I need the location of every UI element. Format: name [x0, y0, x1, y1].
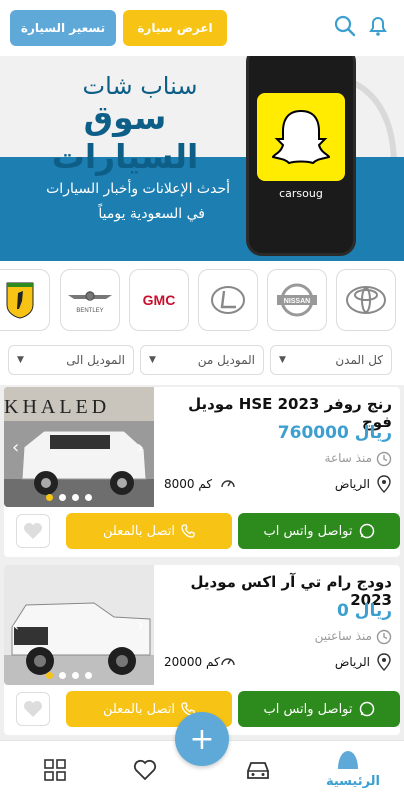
lexus-logo-icon [211, 286, 245, 314]
model-from-label: الموديل من [197, 353, 255, 367]
prev-photo-icon[interactable]: ‹ [12, 615, 19, 636]
ram-trx-photo-icon [4, 565, 154, 685]
gmc-logo-icon: GMC [143, 292, 176, 308]
add-listing-fab[interactable]: + [175, 712, 229, 766]
model-to-dropdown[interactable]: ▼ الموديل الى [8, 345, 134, 375]
brand-gmc[interactable]: GMC [129, 269, 189, 331]
home-icon [338, 751, 358, 769]
clock-icon [376, 629, 392, 645]
listing-city: الرياض [334, 655, 370, 669]
nav-favorites[interactable] [130, 755, 160, 785]
city-label: كل المدن [335, 353, 383, 367]
snap-handle: carsoug [279, 187, 323, 200]
filter-bar: ▼ الموديل الى ▼ الموديل من ▼ كل المدن [0, 341, 404, 385]
location-pin-icon [377, 475, 391, 493]
snapchat-promo-banner[interactable]: سناب شات سوق السيارات أحدث الإعلانات وأخ… [0, 56, 404, 261]
phone-icon [181, 524, 195, 538]
nav-home[interactable] [333, 745, 363, 775]
favorite-button[interactable] [16, 514, 50, 548]
speedometer-icon [221, 480, 235, 488]
photo-pager [46, 494, 92, 501]
nissan-logo-icon: NISSAN [277, 283, 317, 317]
listing-city: الرياض [334, 477, 370, 491]
brand-strip: BENTLEY GMC NISSAN [0, 261, 404, 341]
svg-text:GMC: GMC [143, 292, 176, 308]
brand-toyota[interactable] [336, 269, 396, 331]
location-pin-icon [377, 653, 391, 671]
listing-card[interactable]: ‹ › دودج رام تي آر اكس موديل 2023 0 ريال… [4, 565, 400, 735]
svg-text:KHALED: KHALED [4, 396, 110, 418]
phone-image: carsoug [246, 56, 356, 256]
listing-mileage: 20000 كم [164, 655, 220, 669]
brand-lexus[interactable] [198, 269, 258, 331]
listing-time: منذ ساعة [324, 451, 372, 465]
prev-photo-icon[interactable]: ‹ [12, 437, 19, 458]
heart-outline-icon [133, 759, 157, 781]
photo-pager [46, 672, 92, 679]
brand-ferrari[interactable] [0, 269, 50, 331]
range-rover-photo-icon: KHALED [4, 387, 154, 507]
car-photo[interactable]: ‹ › [4, 565, 154, 685]
banner-title-big: سوق السيارات [51, 98, 199, 176]
heart-icon [24, 523, 42, 539]
whatsapp-button[interactable]: تواصل واتس اب [238, 513, 400, 549]
whatsapp-button[interactable]: تواصل واتس اب [238, 691, 400, 727]
bentley-logo-icon: BENTLEY [68, 291, 112, 314]
dropdown-caret-icon: ▼ [17, 355, 24, 365]
top-bar: تسعير السيارة اعرض سيارة [0, 0, 404, 56]
nav-cars[interactable] [243, 755, 273, 785]
svg-text:BENTLEY: BENTLEY [76, 308, 103, 314]
heart-icon [24, 701, 42, 717]
listing-price: 0 ريال [336, 601, 392, 621]
whatsapp-label: تواصل واتس اب [263, 523, 353, 539]
post-car-button[interactable]: اعرض سيارة [123, 10, 227, 46]
listing-price: 760000 ريال [277, 423, 392, 443]
brand-bentley[interactable]: BENTLEY [60, 269, 120, 331]
plus-icon: + [189, 721, 215, 757]
nav-home-label[interactable]: الرئيسية [326, 774, 380, 789]
call-label: اتصل بالمعلن [102, 523, 175, 539]
clock-icon [376, 451, 392, 467]
next-photo-icon[interactable]: › [137, 437, 144, 458]
banner-subtitle-1: أحدث الإعلانات وأخبار السيارات [46, 181, 230, 197]
banner-subtitle-2: في السعودية يومياً [98, 206, 205, 222]
dropdown-caret-icon: ▼ [149, 355, 156, 365]
listing-card[interactable]: KHALED ‹ › موديل HSE 2023 رنج روفر فوج 7… [4, 387, 400, 557]
grid-icon [44, 759, 66, 781]
car-icon [247, 762, 269, 779]
whatsapp-label: تواصل واتس اب [263, 701, 353, 717]
whatsapp-icon [359, 701, 374, 717]
call-advertiser-button[interactable]: اتصل بالمعلن [66, 513, 232, 549]
city-dropdown[interactable]: ▼ كل المدن [270, 345, 392, 375]
favorite-button[interactable] [16, 692, 50, 726]
banner-title-small: سناب شات [82, 72, 198, 100]
toyota-logo-icon [346, 286, 386, 314]
brand-nissan[interactable]: NISSAN [267, 269, 327, 331]
car-pricing-button[interactable]: تسعير السيارة [10, 10, 116, 46]
whatsapp-icon [359, 523, 374, 539]
speedometer-icon [221, 658, 235, 666]
model-from-dropdown[interactable]: ▼ الموديل من [140, 345, 264, 375]
listing-time: منذ ساعتين [314, 629, 372, 643]
nav-categories[interactable] [40, 755, 70, 785]
model-to-label: الموديل الى [66, 353, 125, 367]
car-photo[interactable]: KHALED ‹ › [4, 387, 154, 507]
next-photo-icon[interactable]: › [137, 615, 144, 636]
ferrari-logo-icon [6, 282, 34, 319]
search-icon[interactable] [333, 14, 357, 38]
snapcode-icon [257, 93, 345, 181]
listing-mileage: 8000 كم [164, 477, 213, 491]
bell-icon[interactable] [366, 14, 390, 38]
dropdown-caret-icon: ▼ [279, 355, 286, 365]
svg-text:NISSAN: NISSAN [284, 298, 310, 305]
call-label: اتصل بالمعلن [102, 701, 175, 717]
